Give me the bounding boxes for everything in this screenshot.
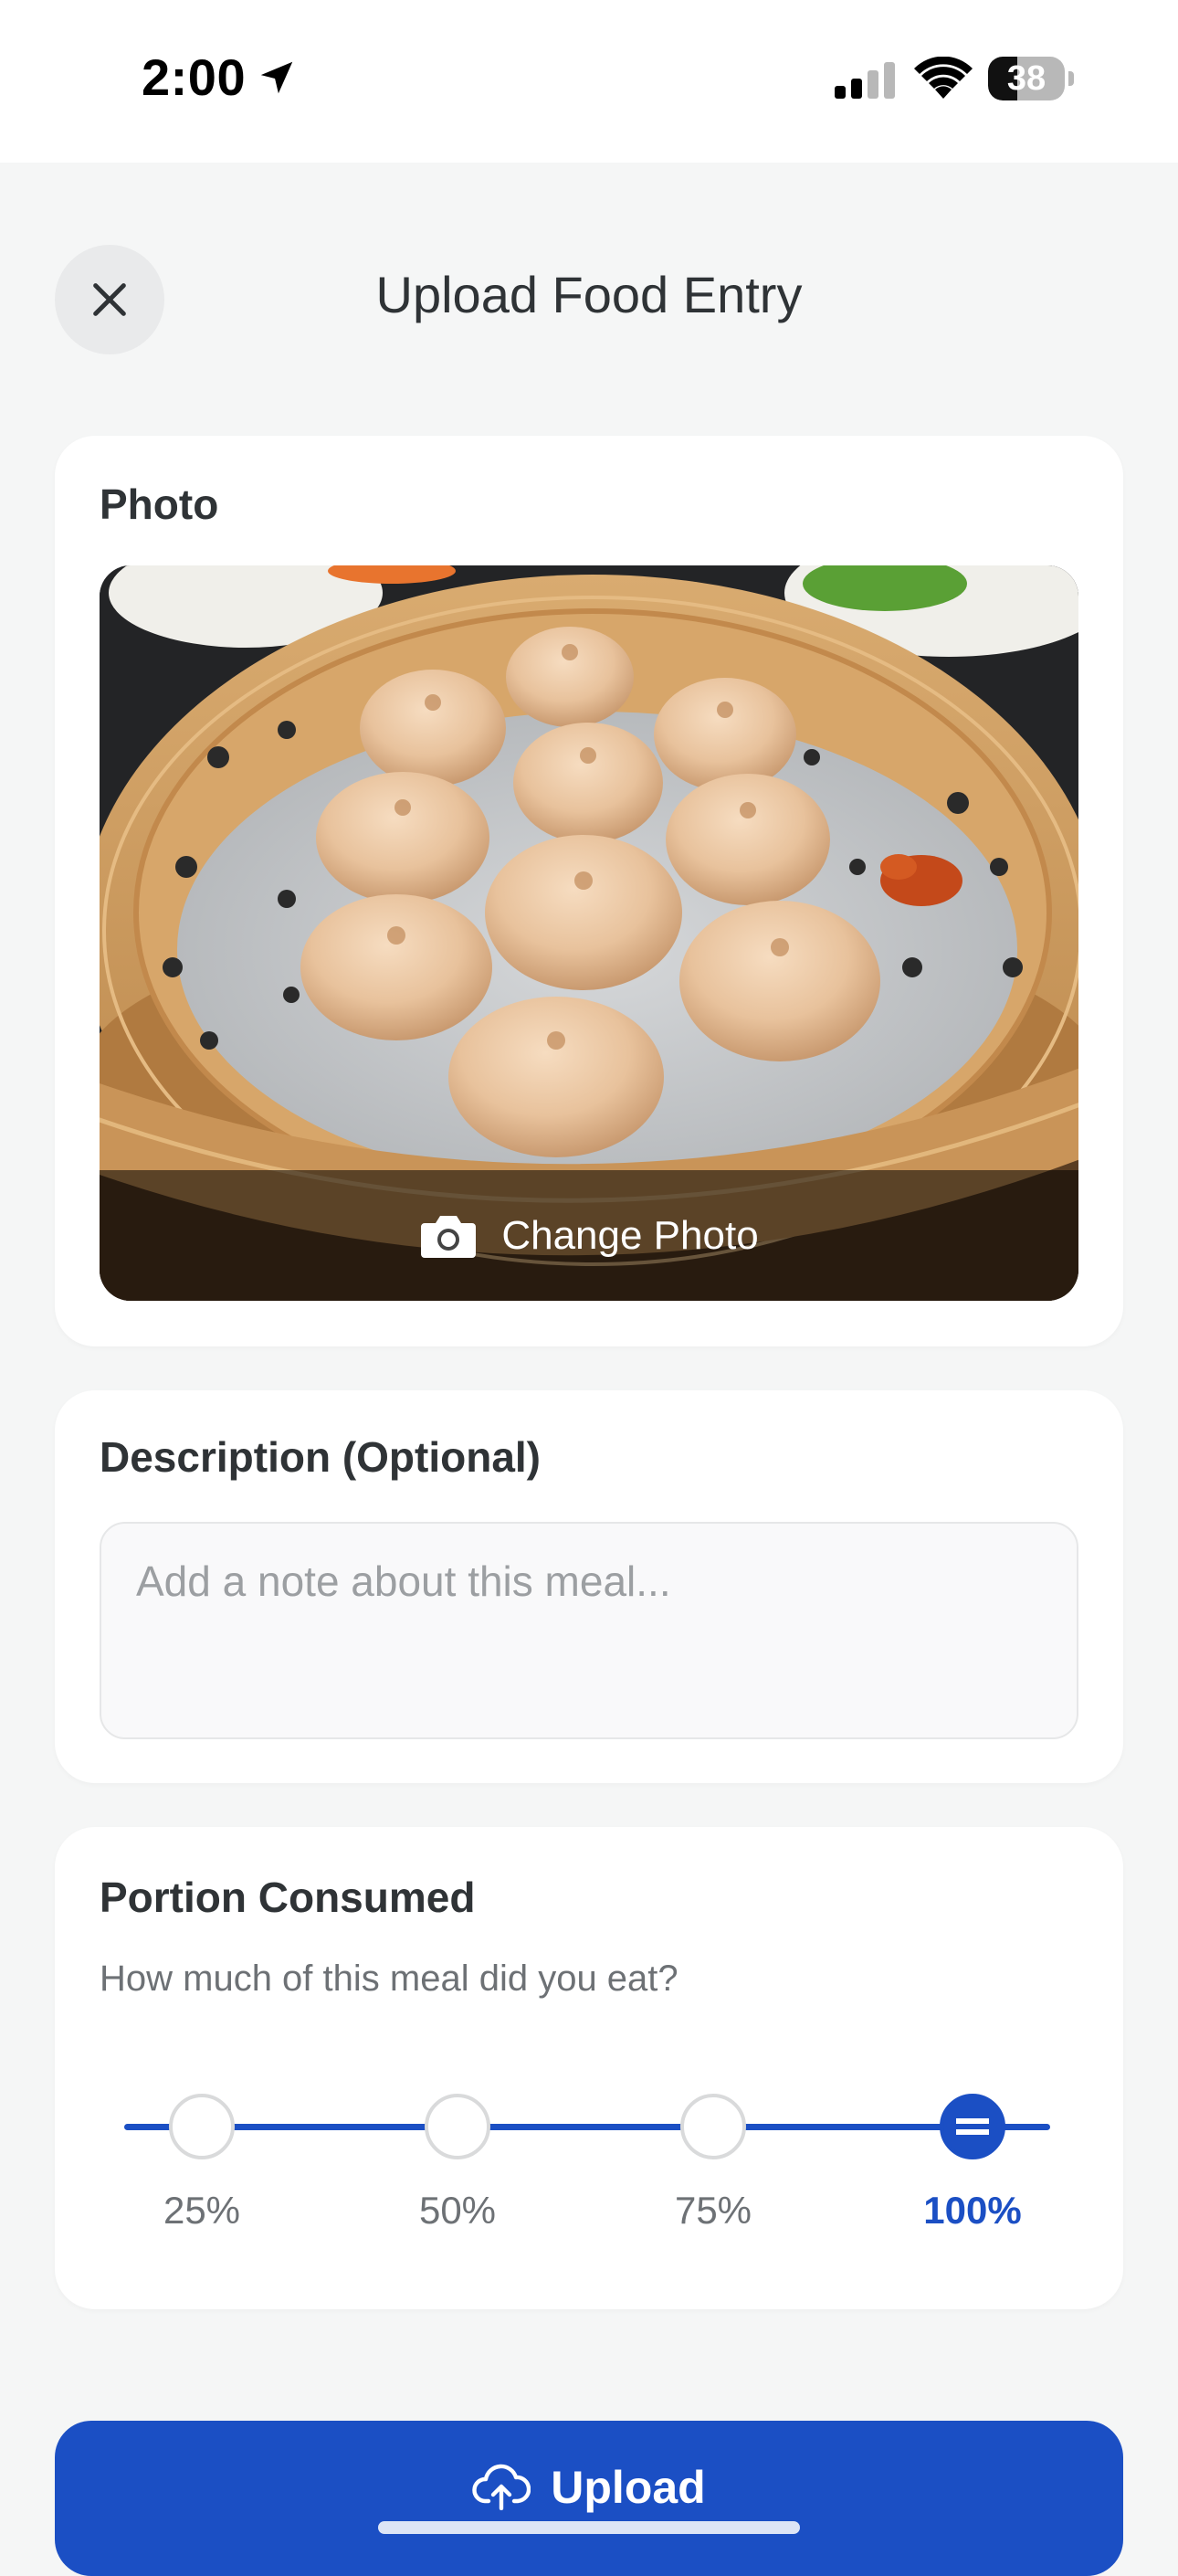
status-time: 2:00 xyxy=(142,48,247,106)
portion-slider-track[interactable] xyxy=(124,2124,1050,2130)
description-section-title: Description (Optional) xyxy=(100,1433,541,1481)
battery-level: 38 xyxy=(1006,59,1047,98)
upload-label: Upload xyxy=(551,2462,706,2513)
battery-icon: 38 xyxy=(988,57,1074,100)
portion-label-50: 50% xyxy=(418,2189,497,2232)
upload-button[interactable]: Upload xyxy=(55,2421,1123,2576)
portion-option-50[interactable] xyxy=(425,2094,490,2159)
wifi-icon xyxy=(914,57,973,99)
page-title: Upload Food Entry xyxy=(375,266,803,323)
portion-label-100: 100% xyxy=(923,2189,1022,2232)
cloud-upload-icon xyxy=(472,2464,531,2510)
cellular-signal-icon xyxy=(835,62,895,99)
portion-option-100[interactable] xyxy=(940,2094,1005,2159)
portion-label-25: 25% xyxy=(163,2189,241,2232)
food-photo: Change Photo xyxy=(100,565,1078,1301)
portion-option-25[interactable] xyxy=(169,2094,235,2159)
portion-subtitle: How much of this meal did you eat? xyxy=(100,1958,678,1999)
portion-card: Portion Consumed How much of this meal d… xyxy=(55,1827,1123,2309)
portion-option-75[interactable] xyxy=(680,2094,746,2159)
location-arrow-icon xyxy=(260,61,293,94)
home-indicator xyxy=(378,2521,800,2534)
description-card: Description (Optional) xyxy=(55,1390,1123,1783)
photo-section-title: Photo xyxy=(100,480,219,528)
change-photo-label: Change Photo xyxy=(501,1212,759,1258)
portion-label-75: 75% xyxy=(674,2189,752,2232)
status-bar: 2:00 38 xyxy=(0,0,1178,163)
description-input[interactable] xyxy=(100,1522,1078,1739)
camera-icon xyxy=(421,1215,477,1258)
photo-card: Photo Change Photo xyxy=(55,436,1123,1346)
portion-section-title: Portion Consumed xyxy=(100,1874,476,1921)
change-photo-button[interactable]: Change Photo xyxy=(100,1170,1078,1301)
